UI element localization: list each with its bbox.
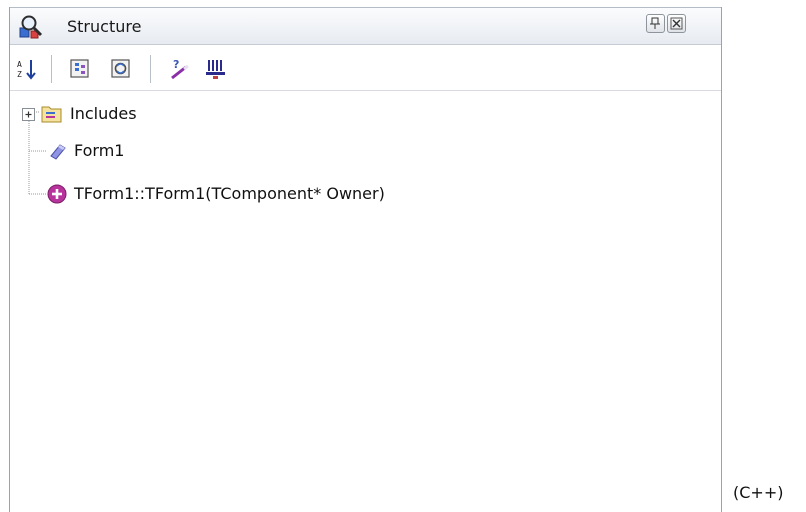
panel-title: Structure (67, 17, 142, 36)
columns-icon (204, 60, 228, 85)
svg-text:?: ? (173, 58, 179, 71)
structure-panel: Structure A Z ? Includes Form1 TForm1::T… (9, 7, 722, 512)
tree-node-label: TForm1::TForm1(TComponent* Owner) (74, 184, 385, 203)
show-visibility-button[interactable] (109, 57, 133, 81)
tree-node-form1[interactable]: Form1 (10, 136, 310, 166)
tree-node-label: Includes (70, 104, 137, 123)
tree-node-includes[interactable]: Includes (10, 99, 310, 129)
toolbar-separator (51, 55, 52, 83)
help-insight-button[interactable]: ? (167, 57, 191, 81)
sort-alphabetical-button[interactable]: A Z (16, 57, 40, 81)
show-members-button[interactable] (204, 57, 228, 81)
group-icon (68, 59, 92, 85)
panel-title-bar: Structure (10, 7, 721, 45)
help-wand-icon: ? (167, 58, 191, 85)
toolbar-separator (150, 55, 151, 83)
filter-icon (109, 59, 133, 85)
group-by-type-button[interactable] (68, 57, 92, 81)
field-diamond-icon (48, 142, 68, 164)
constructor-plus-icon (47, 184, 67, 208)
svg-text:Z: Z (17, 70, 22, 79)
svg-text:A: A (17, 60, 22, 69)
expand-plus-icon[interactable] (22, 107, 36, 126)
language-caption: (C++) (733, 483, 784, 502)
folder-icon (41, 103, 63, 129)
pin-button[interactable] (646, 14, 665, 33)
structure-tree: Includes Form1 TForm1::TForm1(TComponent… (10, 91, 721, 512)
close-button[interactable] (667, 14, 686, 33)
tree-node-constructor[interactable]: TForm1::TForm1(TComponent* Owner) (10, 179, 490, 209)
structure-magnifier-icon (18, 14, 44, 40)
tree-node-label: Form1 (74, 141, 125, 160)
sort-az-icon: A Z (16, 60, 40, 85)
structure-toolbar: A Z ? (10, 45, 721, 91)
